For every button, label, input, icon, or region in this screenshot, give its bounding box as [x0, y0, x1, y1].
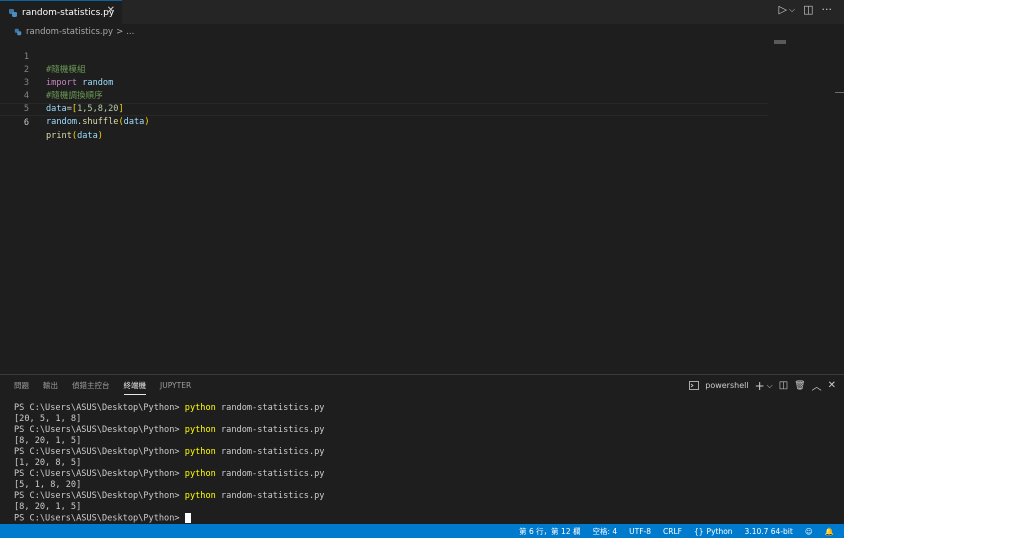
close-panel-icon[interactable]: ✕ [828, 380, 836, 391]
code-line: 5 random.shuffle(data) [0, 90, 768, 127]
terminal-output-line: [8, 20, 1, 5] [14, 436, 82, 446]
breadcrumb-more[interactable]: ... [126, 27, 134, 37]
bottom-panel: 問題 輸出 偵錯主控台 終端機 JUPYTER powershell + ⌵ ◫… [0, 374, 844, 525]
editor-actions: ▷ ⌵ ◫ ··· [779, 3, 832, 16]
terminal-command: python [184, 403, 216, 413]
terminal-command: python [184, 469, 216, 479]
terminal-command: python [184, 491, 216, 501]
terminal-args: random-statistics.py [221, 469, 325, 479]
end-of-line[interactable]: CRLF [663, 527, 682, 536]
chevron-down-icon[interactable]: ⌵ [767, 381, 773, 391]
terminal-prompt: PS C:\Users\ASUS\Desktop\Python> [14, 447, 180, 457]
code-bracket: ) [144, 117, 150, 127]
indentation[interactable]: 空格: 4 [592, 526, 617, 537]
terminal-output-line: [20, 5, 1, 8] [14, 414, 82, 424]
code-line: 4 data=[1,5,8,20] [0, 77, 768, 114]
close-icon[interactable]: ✕ [107, 5, 115, 16]
minimap[interactable] [774, 40, 786, 44]
terminal-command: python [184, 447, 216, 457]
tab-bar: random-statistics.py ✕ ▷ ⌵ ◫ ··· [0, 0, 844, 24]
code-line-current: 6 print(data) [0, 103, 768, 141]
add-terminal-icon[interactable]: + [755, 379, 765, 393]
language-mode[interactable]: {} Python [694, 527, 733, 536]
code-function: print [46, 131, 72, 141]
run-icon[interactable]: ▷ [779, 3, 787, 16]
terminal-line: PS C:\Users\ASUS\Desktop\Python> python … [14, 403, 324, 414]
terminal-output[interactable]: PS C:\Users\ASUS\Desktop\Python> python … [14, 403, 324, 524]
tab-terminal[interactable]: 終端機 [123, 375, 146, 397]
code-line: 3 #隨機調換順序 [0, 64, 768, 101]
terminal-line: PS C:\Users\ASUS\Desktop\Python> python … [14, 447, 324, 458]
more-actions-icon[interactable]: ··· [822, 3, 833, 16]
python-interpreter[interactable]: 3.10.7 64-bit [745, 527, 793, 536]
cursor-position[interactable]: 第 6 行，第 12 欄 [519, 526, 580, 537]
tab-problems[interactable]: 問題 [14, 375, 29, 397]
encoding[interactable]: UTF-8 [629, 527, 651, 536]
scrollbar-marker[interactable] [835, 92, 844, 93]
bell-icon[interactable]: 🔔 [825, 527, 834, 536]
code-bracket: ) [97, 131, 103, 141]
terminal-prompt: PS C:\Users\ASUS\Desktop\Python> [14, 403, 180, 413]
breadcrumb-file[interactable]: random-statistics.py [26, 27, 113, 37]
terminal-name[interactable]: powershell [705, 381, 748, 390]
vscode-window: random-statistics.py ✕ ▷ ⌵ ◫ ··· random-… [0, 0, 844, 538]
code-identifier: data [123, 117, 145, 127]
panel-actions: powershell + ⌵ ◫ 🗑 ︿ ✕ [689, 378, 836, 393]
terminal-prompt: PS C:\Users\ASUS\Desktop\Python> [14, 513, 180, 524]
trash-icon[interactable]: 🗑 [794, 381, 805, 391]
terminal-args: random-statistics.py [221, 491, 325, 501]
tab-label: random-statistics.py [22, 7, 115, 18]
code-line: 1 #隨機模組 [0, 38, 768, 75]
terminal-prompt: PS C:\Users\ASUS\Desktop\Python> [14, 425, 180, 435]
tab-output[interactable]: 輸出 [43, 375, 58, 397]
code-editor[interactable]: 1 #隨機模組 2 import random 3 #隨機調換順序 4 data… [0, 38, 768, 141]
split-editor-icon[interactable]: ◫ [803, 3, 813, 16]
terminal-prompt: PS C:\Users\ASUS\Desktop\Python> [14, 491, 180, 501]
terminal-line: PS C:\Users\ASUS\Desktop\Python> python … [14, 491, 324, 502]
language-label: Python [706, 526, 733, 536]
terminal-args: random-statistics.py [221, 425, 325, 435]
terminal-cursor [184, 513, 191, 523]
maximize-panel-icon[interactable]: ︿ [812, 378, 822, 393]
code-identifier: random [46, 117, 78, 127]
terminal-line: PS C:\Users\ASUS\Desktop\Python> python … [14, 425, 324, 436]
terminal-prompt: PS C:\Users\ASUS\Desktop\Python> [14, 469, 180, 479]
terminal-output-line: [5, 1, 8, 20] [14, 480, 82, 490]
feedback-icon[interactable]: ☺ [805, 527, 813, 536]
python-file-icon [14, 28, 22, 36]
tab-debug-console[interactable]: 偵錯主控台 [72, 375, 110, 397]
terminal-line: PS C:\Users\ASUS\Desktop\Python> [14, 513, 324, 524]
terminal-line: PS C:\Users\ASUS\Desktop\Python> python … [14, 469, 324, 480]
terminal-icon [689, 381, 700, 390]
terminal-output-line: [1, 20, 8, 5] [14, 458, 82, 468]
tab-jupyter[interactable]: JUPYTER [160, 375, 191, 397]
terminal-command: python [184, 425, 216, 435]
terminal-args: random-statistics.py [221, 403, 325, 413]
code-line: 2 import random [0, 51, 768, 88]
code-identifier: data [77, 131, 98, 141]
python-file-icon [9, 8, 17, 17]
status-right: 第 6 行，第 12 欄 空格: 4 UTF-8 CRLF {} Python … [519, 524, 834, 538]
braces-icon: {} [694, 526, 704, 536]
terminal-args: random-statistics.py [221, 447, 325, 457]
split-terminal-icon[interactable]: ◫ [779, 380, 788, 391]
status-bar: 第 6 行，第 12 欄 空格: 4 UTF-8 CRLF {} Python … [0, 524, 844, 538]
chevron-down-icon[interactable]: ⌵ [789, 5, 795, 15]
tab-random-statistics[interactable]: random-statistics.py ✕ [0, 0, 122, 24]
line-number: 6 [23, 118, 29, 128]
breadcrumb-separator: > [116, 27, 124, 37]
code-function: shuffle [82, 117, 119, 127]
terminal-output-line: [8, 20, 1, 5] [14, 502, 82, 512]
